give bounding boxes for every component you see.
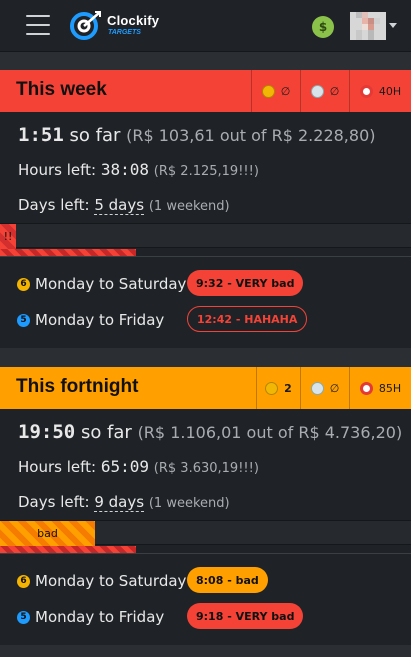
week-target-value: 40H xyxy=(378,84,402,98)
week-row-mon-fri-label: Monday to Friday xyxy=(35,311,165,329)
week-days-left-label: Days left: xyxy=(18,196,90,214)
fortnight-card: This fortnight 2 ∅ 85H 19:50 so far (R$ … xyxy=(0,367,411,645)
sick-face-icon xyxy=(261,84,275,98)
fortnight-hours-left-money: (R$ 3.630,19!!!) xyxy=(153,461,259,476)
fortnight-schedule-bar xyxy=(0,546,136,553)
week-so-far: 1:51 so far (R$ 103,61 out of R$ 2.228,8… xyxy=(18,124,376,146)
week-mon-sat-badge: 9:32 - VERY bad xyxy=(187,270,304,296)
divider xyxy=(0,256,411,257)
fortnight-row-mon-fri-label: Monday to Friday xyxy=(35,608,165,626)
fortnight-so-far-label: so far xyxy=(80,422,132,443)
fortnight-sick-stat: 2 xyxy=(256,367,300,409)
week-progress-bar: !! xyxy=(0,223,411,249)
six-circle-icon: 6 xyxy=(17,574,30,588)
week-sick-value: ∅ xyxy=(280,84,291,98)
fortnight-row-mon-sat-label: Monday to Saturday xyxy=(35,572,187,590)
week-header: This week ∅ ∅ 40H xyxy=(0,70,411,112)
fortnight-target-value: 85H xyxy=(378,381,402,395)
divider xyxy=(0,553,411,554)
avatar[interactable] xyxy=(350,12,386,40)
money-face-icon[interactable]: $ xyxy=(312,16,334,38)
week-row-mon-sat: 6 Monday to Saturday xyxy=(17,275,186,293)
fortnight-title: This fortnight xyxy=(16,376,139,397)
brand-name[interactable]: Clockify xyxy=(107,13,159,28)
fortnight-row-mon-sat: 6 Monday to Saturday xyxy=(17,572,186,590)
fortnight-target-stat: 85H xyxy=(349,367,411,409)
fortnight-hours-left-time: 65:09 xyxy=(100,457,150,476)
fortnight-so-far: 19:50 so far (R$ 1.106,01 out of R$ 4.73… xyxy=(18,421,402,443)
week-days-left-note: (1 weekend) xyxy=(148,199,230,214)
five-circle-icon: 5 xyxy=(17,313,30,327)
fortnight-days-left-value[interactable]: 9 days xyxy=(94,493,145,512)
week-so-far-money: (R$ 103,61 out of R$ 2.228,80) xyxy=(126,126,376,145)
fortnight-mon-fri-badge: 9:18 - VERY bad xyxy=(187,603,304,629)
week-hours-left-label: Hours left: xyxy=(18,161,97,179)
top-navbar: Clockify TARGETS $ xyxy=(0,0,411,52)
sick-face-icon xyxy=(265,381,279,395)
week-vacation-value: ∅ xyxy=(329,84,340,98)
fortnight-mon-sat-badge: 8:08 - bad xyxy=(187,567,268,593)
fortnight-progress-fill: bad xyxy=(0,521,95,546)
week-schedule-bar xyxy=(0,249,136,256)
week-hours-left: Hours left: 38:08 (R$ 2.125,19!!!) xyxy=(18,160,259,179)
week-progress-fill: !! xyxy=(0,224,16,249)
week-hours-left-money: (R$ 2.125,19!!!) xyxy=(153,164,259,179)
fortnight-sick-value: 2 xyxy=(284,381,292,395)
brand-subtitle: TARGETS xyxy=(108,29,141,36)
week-card: This week ∅ ∅ 40H 1:51 so far (R$ 103,61… xyxy=(0,70,411,348)
fortnight-days-left: Days left: 9 days (1 weekend) xyxy=(18,493,230,512)
week-hours-left-time: 38:08 xyxy=(100,160,150,179)
fortnight-so-far-time: 19:50 xyxy=(18,421,76,443)
beach-icon xyxy=(310,84,324,98)
week-days-left: Days left: 5 days (1 weekend) xyxy=(18,196,230,215)
week-vacation-stat: ∅ xyxy=(300,70,349,112)
week-title: This week xyxy=(16,79,107,100)
week-so-far-time: 1:51 xyxy=(18,124,64,146)
fortnight-days-left-note: (1 weekend) xyxy=(148,496,230,511)
fortnight-hours-left-label: Hours left: xyxy=(18,458,97,476)
week-mon-fri-badge: 12:42 - HAHAHA xyxy=(187,306,308,332)
fortnight-row-mon-fri: 5 Monday to Friday xyxy=(17,608,164,626)
fortnight-days-left-label: Days left: xyxy=(18,493,90,511)
target-icon xyxy=(359,84,373,98)
week-so-far-label: so far xyxy=(69,125,121,146)
fortnight-so-far-money: (R$ 1.106,01 out of R$ 4.736,20) xyxy=(137,423,403,442)
fortnight-vacation-value: ∅ xyxy=(329,381,340,395)
week-target-stat: 40H xyxy=(349,70,411,112)
week-sick-stat: ∅ xyxy=(251,70,300,112)
target-icon xyxy=(359,381,373,395)
chevron-down-icon[interactable] xyxy=(389,23,397,28)
clockify-logo-icon[interactable] xyxy=(68,10,102,42)
fortnight-progress-bar: bad xyxy=(0,520,411,546)
fortnight-vacation-stat: ∅ xyxy=(300,367,349,409)
five-circle-icon: 5 xyxy=(17,610,30,624)
fortnight-hours-left: Hours left: 65:09 (R$ 3.630,19!!!) xyxy=(18,457,259,476)
week-days-left-value[interactable]: 5 days xyxy=(94,196,145,215)
week-row-mon-sat-label: Monday to Saturday xyxy=(35,275,187,293)
fortnight-header: This fortnight 2 ∅ 85H xyxy=(0,367,411,409)
week-row-mon-fri: 5 Monday to Friday xyxy=(17,311,164,329)
beach-icon xyxy=(310,381,324,395)
hamburger-menu-icon[interactable] xyxy=(26,15,50,35)
six-circle-icon: 6 xyxy=(17,277,30,291)
